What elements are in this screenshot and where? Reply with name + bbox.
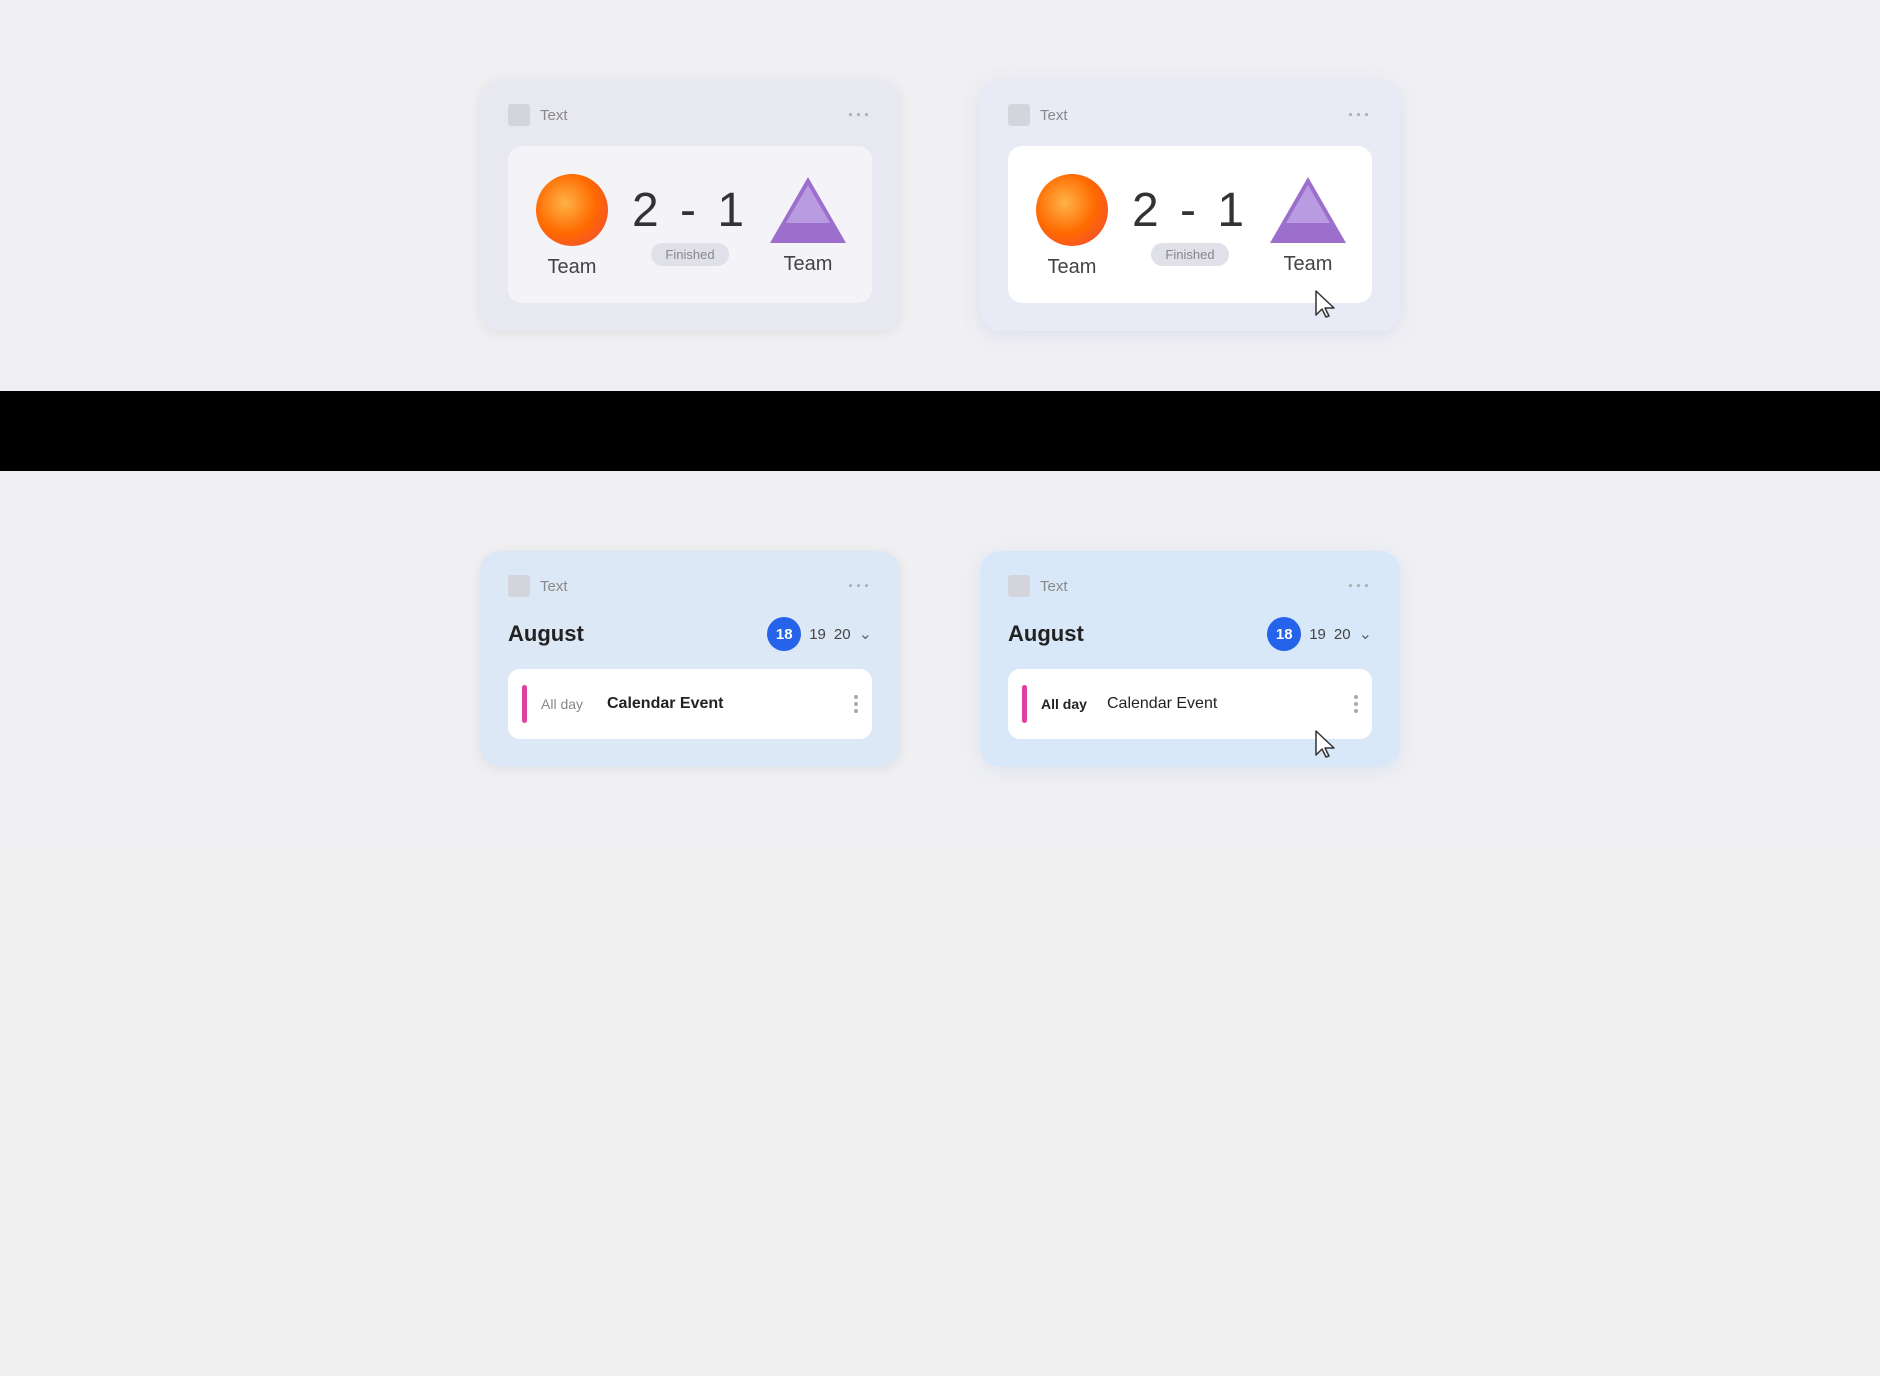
team-b-logo-2 xyxy=(1270,177,1346,243)
team-b-name-1: Team xyxy=(784,253,833,276)
score-card-2-wrap: Text ··· Team 2 - 1 Finished Team xyxy=(980,80,1400,331)
cal-month-2: August xyxy=(1008,621,1084,647)
cal-header-right-1: 18 19 20 ⌄ xyxy=(767,617,872,651)
card-header-left-2: Text xyxy=(1008,104,1068,126)
team-a-block-1: Team xyxy=(532,174,612,279)
card-header-left-1: Text xyxy=(508,104,568,126)
score-inner-2: Team 2 - 1 Finished Team xyxy=(1008,146,1372,303)
card-menu-2[interactable]: ··· xyxy=(1348,105,1372,126)
card-thumbnail-2 xyxy=(1008,104,1030,126)
team-b-name-2: Team xyxy=(1284,253,1333,276)
cal-chevron-1[interactable]: ⌄ xyxy=(859,624,872,644)
team-b-logo-1 xyxy=(770,177,846,243)
cal-event-row-1: All day Calendar Event xyxy=(508,669,872,739)
cal-allday-1: All day xyxy=(541,696,593,712)
cal-month-1: August xyxy=(508,621,584,647)
calendar-card-2-wrap: Text ··· August 18 19 20 ⌄ All day Calen… xyxy=(980,551,1400,767)
calendar-card-1: Text ··· August 18 19 20 ⌄ All day Calen… xyxy=(480,551,900,767)
cal-day2-2[interactable]: 19 xyxy=(1309,626,1326,643)
team-b-block-2: Team xyxy=(1268,177,1348,276)
cal-thumbnail-1 xyxy=(508,575,530,597)
team-a-name-2: Team xyxy=(1048,256,1097,279)
finished-badge-1: Finished xyxy=(651,243,728,266)
cal-allday-2: All day xyxy=(1041,696,1093,712)
cal-card-header-2: Text ··· xyxy=(1008,575,1372,597)
cal-day2-1[interactable]: 19 xyxy=(809,626,826,643)
team-a-logo-1 xyxy=(536,174,608,246)
cal-day-active-2[interactable]: 18 xyxy=(1267,617,1301,651)
card-text-label-1: Text xyxy=(540,107,568,124)
card-header-2: Text ··· xyxy=(1008,104,1372,126)
cal-header-right-2: 18 19 20 ⌄ xyxy=(1267,617,1372,651)
cal-event-title-2: Calendar Event xyxy=(1107,695,1358,713)
score-card-1: Text ··· Team 2 - 1 Finished Team xyxy=(480,80,900,331)
cal-event-bar-1 xyxy=(522,685,527,723)
cal-day-active-1[interactable]: 18 xyxy=(767,617,801,651)
cal-day3-2[interactable]: 20 xyxy=(1334,626,1351,643)
cal-text-label-2: Text xyxy=(1040,578,1068,595)
cal-chevron-2[interactable]: ⌄ xyxy=(1359,624,1372,644)
cursor-icon xyxy=(1312,289,1340,321)
score-inner-1: Team 2 - 1 Finished Team xyxy=(508,146,872,303)
team-a-block-2: Team xyxy=(1032,174,1112,279)
black-bar xyxy=(0,391,1880,471)
score-number-2: 2 - 1 xyxy=(1132,187,1248,235)
cal-card-header-1: Text ··· xyxy=(508,575,872,597)
cal-day3-1[interactable]: 20 xyxy=(834,626,851,643)
cal-text-label-1: Text xyxy=(540,578,568,595)
cal-month-row-1: August 18 19 20 ⌄ xyxy=(508,617,872,651)
cal-event-title-1: Calendar Event xyxy=(607,695,858,713)
cal-header-left-2: Text xyxy=(1008,575,1068,597)
team-a-logo-2 xyxy=(1036,174,1108,246)
cal-month-row-2: August 18 19 20 ⌄ xyxy=(1008,617,1372,651)
card-menu-1[interactable]: ··· xyxy=(848,105,872,126)
team-b-block-1: Team xyxy=(768,177,848,276)
cal-header-left-1: Text xyxy=(508,575,568,597)
cal-event-menu-2[interactable] xyxy=(1348,693,1364,715)
cal-menu-2[interactable]: ··· xyxy=(1348,576,1372,597)
score-center-2: 2 - 1 Finished xyxy=(1112,187,1268,266)
cal-thumbnail-2 xyxy=(1008,575,1030,597)
cal-event-menu-1[interactable] xyxy=(848,693,864,715)
score-number-1: 2 - 1 xyxy=(632,187,748,235)
cal-event-bar-2 xyxy=(1022,685,1027,723)
cal-menu-1[interactable]: ··· xyxy=(848,576,872,597)
card-text-label-2: Text xyxy=(1040,107,1068,124)
finished-badge-2: Finished xyxy=(1151,243,1228,266)
score-center-1: 2 - 1 Finished xyxy=(612,187,768,266)
team-a-name-1: Team xyxy=(548,256,597,279)
card-header-1: Text ··· xyxy=(508,104,872,126)
card-thumbnail-1 xyxy=(508,104,530,126)
cursor-icon-2 xyxy=(1312,729,1340,761)
